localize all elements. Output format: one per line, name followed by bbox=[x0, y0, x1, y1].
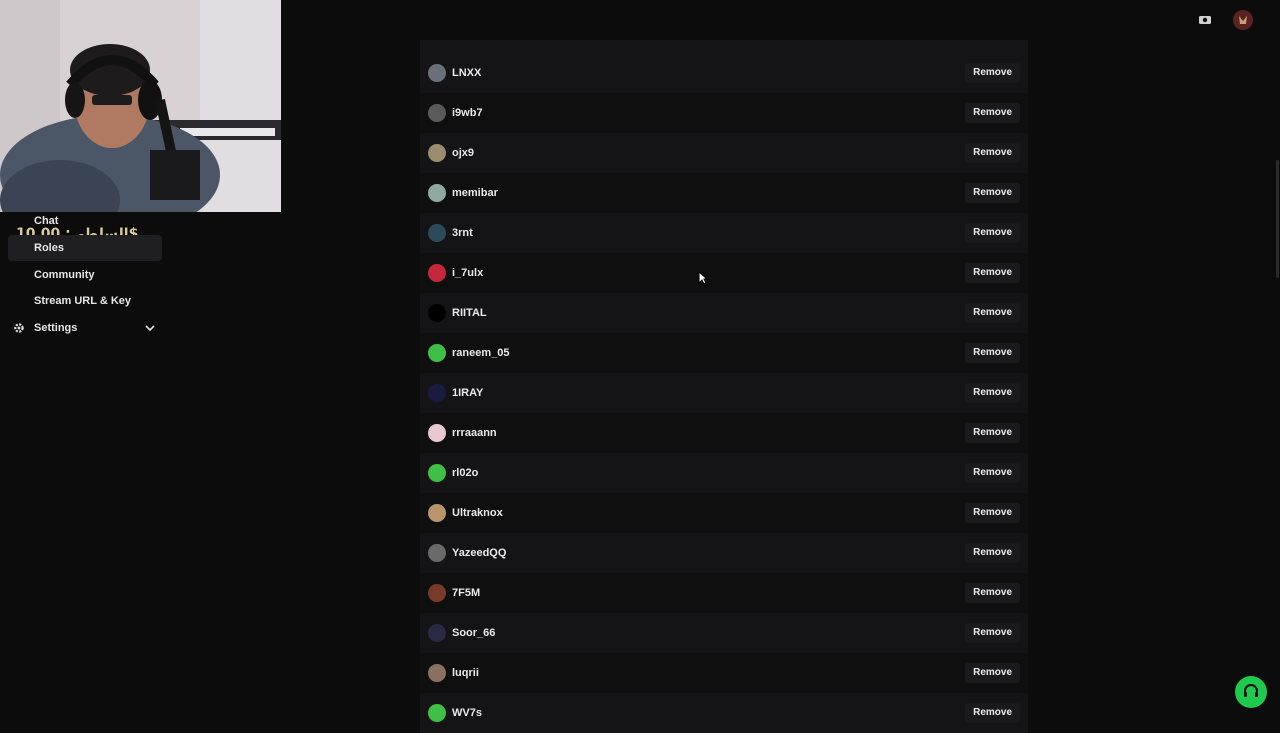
avatar bbox=[428, 664, 446, 682]
remove-button[interactable]: Remove bbox=[965, 583, 1020, 603]
mouse-cursor-icon bbox=[698, 270, 709, 290]
avatar bbox=[428, 64, 446, 82]
avatar bbox=[428, 584, 446, 602]
member-name: LNXX bbox=[452, 67, 482, 79]
avatar bbox=[428, 544, 446, 562]
member-list: LNXX Remove i9wb7 Remove ojx9 Remove memibar Re… bbox=[420, 40, 1028, 733]
member-name: raneem_05 bbox=[452, 347, 510, 359]
member-row: Ultraknox Remove bbox=[420, 493, 1028, 533]
member-row: 7F5M Remove bbox=[420, 573, 1028, 613]
remove-button[interactable]: Remove bbox=[965, 183, 1020, 203]
member-row: WV7s Remove bbox=[420, 693, 1028, 733]
member-name: rrraaann bbox=[452, 427, 497, 439]
sidebar-item-community[interactable]: Community bbox=[8, 262, 162, 288]
headset-icon bbox=[1244, 684, 1258, 697]
chevron-down-icon[interactable] bbox=[144, 322, 156, 337]
member-name: rl02o bbox=[452, 467, 479, 479]
member-row: LNXX Remove bbox=[420, 53, 1028, 93]
remove-button[interactable]: Remove bbox=[965, 543, 1020, 563]
member-name: i9wb7 bbox=[452, 107, 483, 119]
member-name: WV7s bbox=[452, 707, 482, 719]
remove-button[interactable]: Remove bbox=[965, 623, 1020, 643]
remove-button[interactable]: Remove bbox=[965, 503, 1020, 523]
member-name: 7F5M bbox=[452, 587, 481, 599]
remove-button[interactable]: Remove bbox=[965, 343, 1020, 363]
member-name: YazeedQQ bbox=[452, 547, 507, 559]
webcam-overlay bbox=[0, 0, 281, 212]
member-row: 1IRAY Remove bbox=[420, 373, 1028, 413]
member-name: 3rnt bbox=[452, 227, 473, 239]
member-row: Soor_66 Remove bbox=[420, 613, 1028, 653]
member-name: i_7ulx bbox=[452, 267, 484, 279]
member-row: raneem_05 Remove bbox=[420, 333, 1028, 373]
member-row: rl02o Remove bbox=[420, 453, 1028, 493]
sidebar-item-roles[interactable]: Roles bbox=[8, 235, 162, 261]
remove-button[interactable]: Remove bbox=[965, 143, 1020, 163]
remove-button[interactable]: Remove bbox=[965, 103, 1020, 123]
sidebar-item-label: Roles bbox=[34, 242, 64, 254]
gear-icon bbox=[13, 322, 25, 337]
avatar bbox=[428, 184, 446, 202]
remove-button[interactable]: Remove bbox=[965, 423, 1020, 443]
avatar bbox=[428, 624, 446, 642]
remove-button[interactable]: Remove bbox=[965, 263, 1020, 283]
remove-button[interactable]: Remove bbox=[965, 63, 1020, 83]
avatar bbox=[428, 144, 446, 162]
avatar bbox=[428, 504, 446, 522]
member-row: i_7ulx Remove bbox=[420, 253, 1028, 293]
member-row: YazeedQQ Remove bbox=[420, 533, 1028, 573]
avatar bbox=[428, 344, 446, 362]
user-avatar[interactable] bbox=[1233, 10, 1253, 35]
member-name: RIITAL bbox=[452, 307, 487, 319]
member-name: luqrii bbox=[452, 667, 479, 679]
member-row: i9wb7 Remove bbox=[420, 93, 1028, 133]
member-name: Soor_66 bbox=[452, 627, 496, 639]
member-name: memibar bbox=[452, 187, 498, 199]
member-row: RIITAL Remove bbox=[420, 293, 1028, 333]
member-row: ojx9 Remove bbox=[420, 133, 1028, 173]
member-row: rrraaann Remove bbox=[420, 413, 1028, 453]
sidebar-item-label: Stream URL & Key bbox=[34, 295, 131, 307]
sidebar-item-chat[interactable]: Chat bbox=[8, 208, 162, 234]
avatar bbox=[428, 384, 446, 402]
avatar bbox=[428, 264, 446, 282]
member-name: 1IRAY bbox=[452, 387, 484, 399]
remove-button[interactable]: Remove bbox=[965, 703, 1020, 723]
member-name: ojx9 bbox=[452, 147, 475, 159]
sidebar-item-stream-url-key[interactable]: Stream URL & Key bbox=[8, 288, 162, 314]
sidebar-item-settings[interactable]: Settings bbox=[8, 315, 162, 341]
sidebar-item-label: Community bbox=[34, 269, 95, 281]
member-row: luqrii Remove bbox=[420, 653, 1028, 693]
remove-button[interactable]: Remove bbox=[965, 383, 1020, 403]
clip-icon[interactable] bbox=[1198, 13, 1212, 32]
remove-button[interactable]: Remove bbox=[965, 303, 1020, 323]
avatar bbox=[428, 224, 446, 242]
scrollbar[interactable] bbox=[1276, 160, 1279, 278]
support-chat-button[interactable] bbox=[1235, 676, 1267, 708]
avatar bbox=[428, 704, 446, 722]
avatar bbox=[428, 424, 446, 442]
sidebar-item-label: Chat bbox=[34, 215, 59, 227]
sidebar-item-label: Settings bbox=[34, 322, 78, 334]
avatar bbox=[428, 104, 446, 122]
remove-button[interactable]: Remove bbox=[965, 663, 1020, 683]
list-top-edge bbox=[420, 40, 1028, 53]
avatar bbox=[428, 464, 446, 482]
remove-button[interactable]: Remove bbox=[965, 463, 1020, 483]
member-name: Ultraknox bbox=[452, 507, 503, 519]
avatar bbox=[428, 304, 446, 322]
member-row: memibar Remove bbox=[420, 173, 1028, 213]
member-row: 3rnt Remove bbox=[420, 213, 1028, 253]
remove-button[interactable]: Remove bbox=[965, 223, 1020, 243]
